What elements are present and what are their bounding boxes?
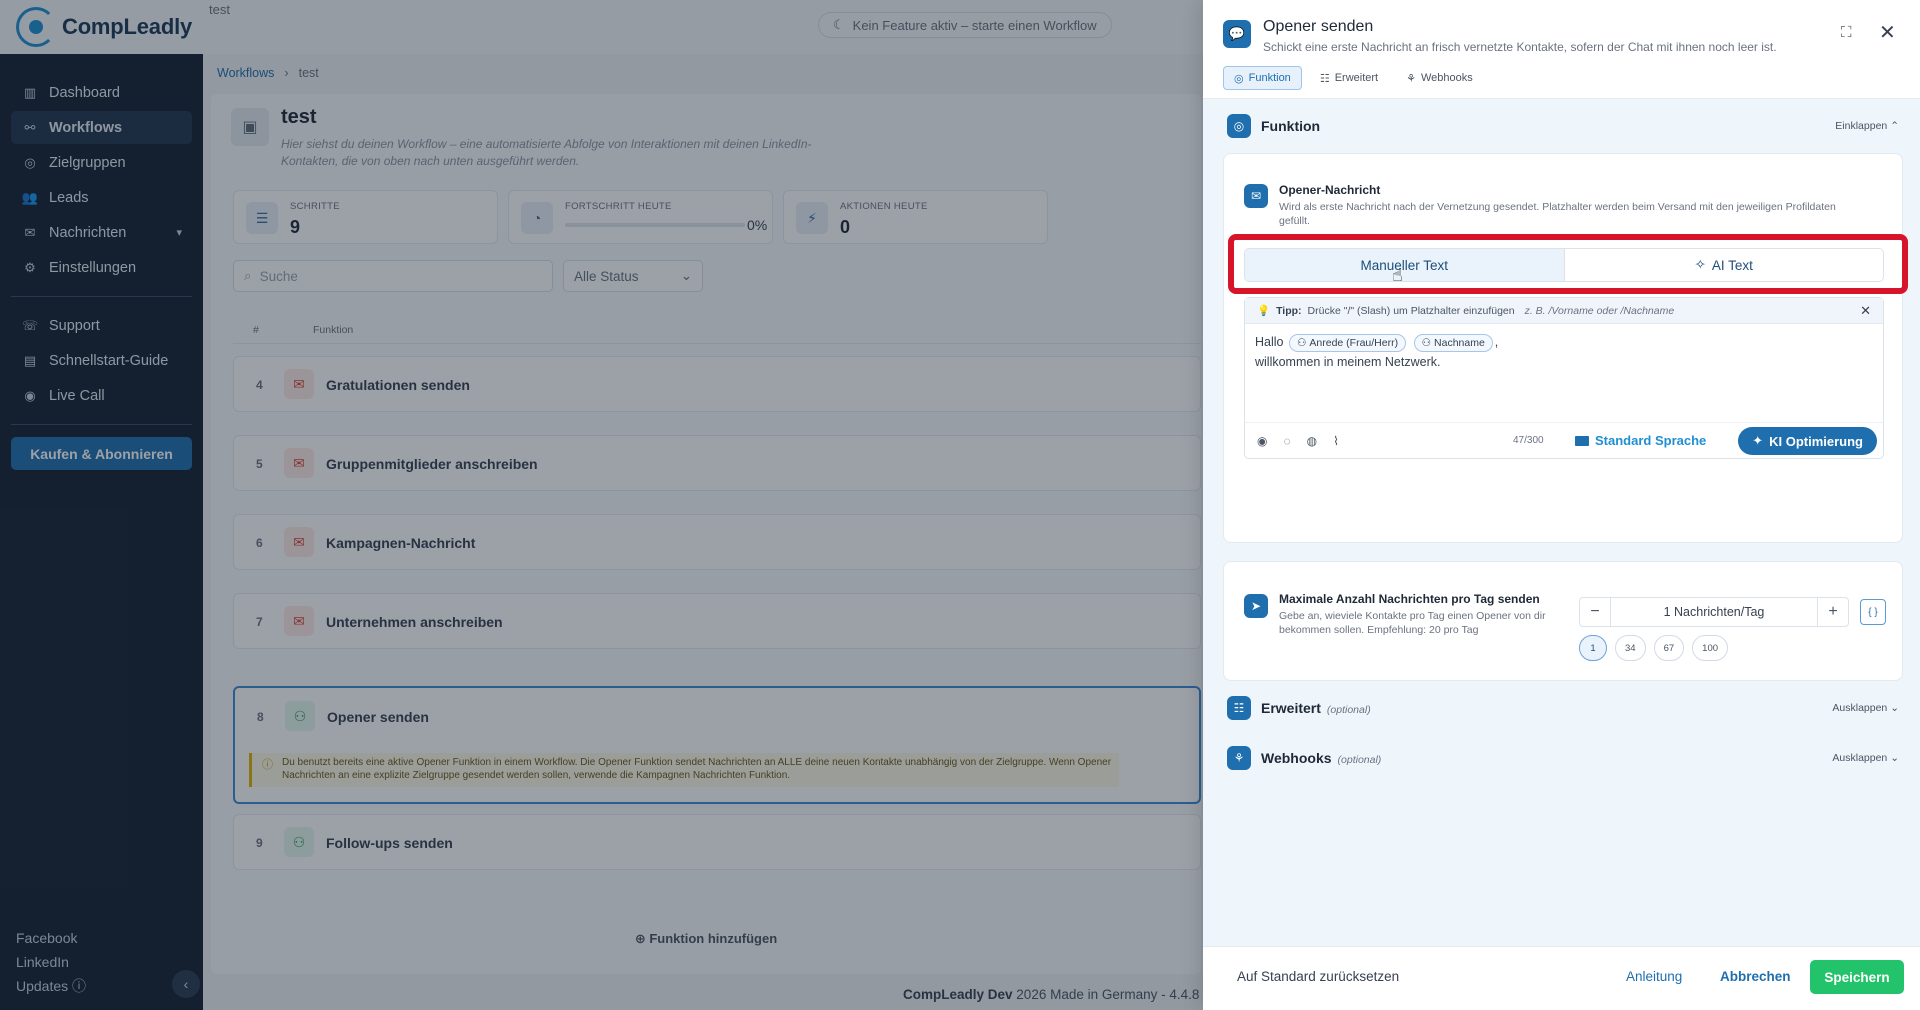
lightbulb-icon: 💡 xyxy=(1257,305,1271,317)
tip-bar: 💡 Tipp: Drücke "/" (Slash) um Platzhalte… xyxy=(1245,298,1883,324)
section-title-text: Erweitert xyxy=(1261,700,1321,716)
chevron-up-icon: ⌃ xyxy=(1890,120,1899,132)
chat-icon[interactable]: ◌ xyxy=(1283,434,1290,448)
placeholder-chip-lastname[interactable]: ⚇ Nachname xyxy=(1413,333,1493,352)
optional-label: (optional) xyxy=(1337,754,1382,766)
tip-text: Drücke "/" (Slash) um Platzhalter einzuf… xyxy=(1307,304,1515,317)
variable-button[interactable]: { } xyxy=(1860,599,1886,625)
language-selector[interactable]: Standard Sprache xyxy=(1575,433,1706,448)
chat-dots-icon[interactable]: ◍ xyxy=(1307,434,1317,448)
webhook-icon: ⚘ xyxy=(1406,72,1416,85)
expand-label: Ausklappen xyxy=(1832,752,1888,764)
tab-label: Funktion xyxy=(1248,72,1291,84)
tab-label: Webhooks xyxy=(1420,72,1473,84)
message-text[interactable]: Hallo ⚇ Anrede (Frau/Herr) ⚇ Nachname , … xyxy=(1245,324,1883,380)
chip-label: Anrede (Frau/Herr) xyxy=(1309,336,1399,349)
tip-example: z. B. /Vorname oder /Nachname xyxy=(1524,304,1675,317)
modal-backdrop[interactable] xyxy=(0,0,1203,1010)
message-editor[interactable]: 💡 Tipp: Drücke "/" (Slash) um Platzhalte… xyxy=(1244,297,1884,459)
chat-icon: 💬 xyxy=(1223,20,1251,48)
pointer-cursor-icon: ☝ xyxy=(1392,265,1403,285)
sliders-icon: ☷ xyxy=(1227,696,1251,720)
preset-button[interactable]: 100 xyxy=(1692,635,1729,661)
person-icon: ⚇ xyxy=(1421,336,1432,349)
section-erweitert-header[interactable]: ☷ Erweitert (optional) Ausklappen ⌄ xyxy=(1227,693,1907,723)
text-line2: willkommen in meinem Netzwerk. xyxy=(1255,355,1441,369)
drawer-body: ◎ Funktion Einklappen ⌃ ✉ Opener-Nachric… xyxy=(1203,99,1920,946)
save-button[interactable]: Speichern xyxy=(1810,960,1904,994)
ki-optimize-label: KI Optimierung xyxy=(1769,433,1863,449)
chevron-down-icon: ⌄ xyxy=(1890,752,1899,764)
section-title-text: Webhooks xyxy=(1261,750,1332,766)
drawer-title: Opener senden xyxy=(1263,18,1374,35)
preset-button[interactable]: 1 xyxy=(1579,635,1607,661)
opener-message-panel: ✉ Opener-Nachricht Wird als erste Nachri… xyxy=(1223,153,1908,543)
section-title: Funktion xyxy=(1261,118,1321,134)
decrement-button[interactable]: − xyxy=(1580,598,1610,626)
preset-button[interactable]: 67 xyxy=(1653,635,1685,661)
chip-label: Nachname xyxy=(1434,336,1485,349)
limit-description: Gebe an, wieviele Kontakte pro Tag einen… xyxy=(1279,610,1546,636)
highlight-annotation xyxy=(1228,234,1908,294)
preset-button[interactable]: 34 xyxy=(1615,635,1646,661)
text-comma: , xyxy=(1494,335,1499,349)
ki-optimize-button[interactable]: ✦ KI Optimierung xyxy=(1738,427,1877,455)
send-icon: ➤ xyxy=(1244,594,1268,618)
tab-label: Erweitert xyxy=(1334,72,1379,84)
preset-group: 1 34 67 100 xyxy=(1579,635,1729,661)
section-webhooks-header[interactable]: ⚘ Webhooks (optional) Ausklappen ⌄ xyxy=(1227,743,1907,773)
target-icon: ◎ xyxy=(1234,72,1244,85)
opener-description: Wird als erste Nachricht nach der Vernet… xyxy=(1279,201,1836,227)
opener-title: Opener-Nachricht xyxy=(1279,183,1381,197)
section-title: Erweitert (optional) xyxy=(1261,700,1371,716)
reset-defaults-button[interactable]: Auf Standard zurücksetzen xyxy=(1237,969,1399,984)
drawer-tabs: ◎ Funktion ☷ Erweitert ⚘ Webhooks xyxy=(1223,66,1483,90)
language-label: Standard Sprache xyxy=(1595,433,1707,448)
increment-button[interactable]: + xyxy=(1818,598,1848,626)
person-icon: ⚇ xyxy=(1296,336,1307,349)
expand-toggle[interactable]: Ausklappen ⌄ xyxy=(1832,702,1899,714)
tip-label: Tipp: xyxy=(1276,304,1302,317)
cancel-button[interactable]: Abbrechen xyxy=(1720,969,1791,984)
webhook-icon: ⚘ xyxy=(1227,746,1251,770)
text-greeting: Hallo xyxy=(1255,335,1284,349)
magic-wand-icon: ✦ xyxy=(1752,433,1764,448)
expand-label: Ausklappen xyxy=(1832,702,1888,714)
close-icon[interactable]: ✕ xyxy=(1860,303,1871,319)
daily-limit-panel: ➤ Maximale Anzahl Nachrichten pro Tag se… xyxy=(1223,561,1903,681)
drawer-subtitle: Schickt eine erste Nachricht an frisch v… xyxy=(1263,40,1777,54)
placeholder-chip-salutation[interactable]: ⚇ Anrede (Frau/Herr) xyxy=(1288,333,1407,352)
sliders-icon: ☷ xyxy=(1319,72,1330,85)
expand-toggle[interactable]: Ausklappen ⌄ xyxy=(1832,752,1899,764)
limit-title: Maximale Anzahl Nachrichten pro Tag send… xyxy=(1279,592,1540,606)
guide-link[interactable]: Anleitung xyxy=(1626,969,1682,984)
expand-icon[interactable]: ⛶ xyxy=(1841,24,1852,41)
optional-label: (optional) xyxy=(1326,704,1371,716)
quantity-value[interactable]: 1 Nachrichten/Tag xyxy=(1610,598,1818,626)
eye-icon[interactable]: ◉ xyxy=(1257,434,1267,448)
collapse-label: Einklappen xyxy=(1835,120,1888,132)
paperclip-icon[interactable]: ⌇ xyxy=(1333,434,1339,448)
braces-icon: { } xyxy=(1868,606,1878,618)
editor-toolbar: ◉ ◌ ◍ ⌇ 47/300 Standard Sprache ✦ KI Opt… xyxy=(1245,422,1883,458)
section-title: Webhooks (optional) xyxy=(1261,750,1381,766)
section-funktion-header[interactable]: ◎ Funktion Einklappen ⌃ xyxy=(1227,111,1907,141)
mail-icon: ✉ xyxy=(1244,184,1268,208)
drawer-footer: Auf Standard zurücksetzen Anleitung Abbr… xyxy=(1203,946,1920,1010)
tab-webhooks[interactable]: ⚘ Webhooks xyxy=(1396,66,1483,90)
chevron-down-icon: ⌄ xyxy=(1890,702,1899,714)
flag-icon xyxy=(1575,435,1589,446)
target-icon: ◎ xyxy=(1227,114,1251,138)
close-icon[interactable]: ✕ xyxy=(1879,20,1896,45)
quantity-stepper: − 1 Nachrichten/Tag + xyxy=(1579,597,1849,627)
collapse-toggle[interactable]: Einklappen ⌃ xyxy=(1835,120,1899,132)
opener-drawer: 💬 Opener senden Schickt eine erste Nachr… xyxy=(1203,0,1920,1010)
tab-erweitert[interactable]: ☷ Erweitert xyxy=(1310,66,1388,90)
char-count: 47/300 xyxy=(1513,435,1544,446)
tab-funktion[interactable]: ◎ Funktion xyxy=(1223,66,1302,90)
